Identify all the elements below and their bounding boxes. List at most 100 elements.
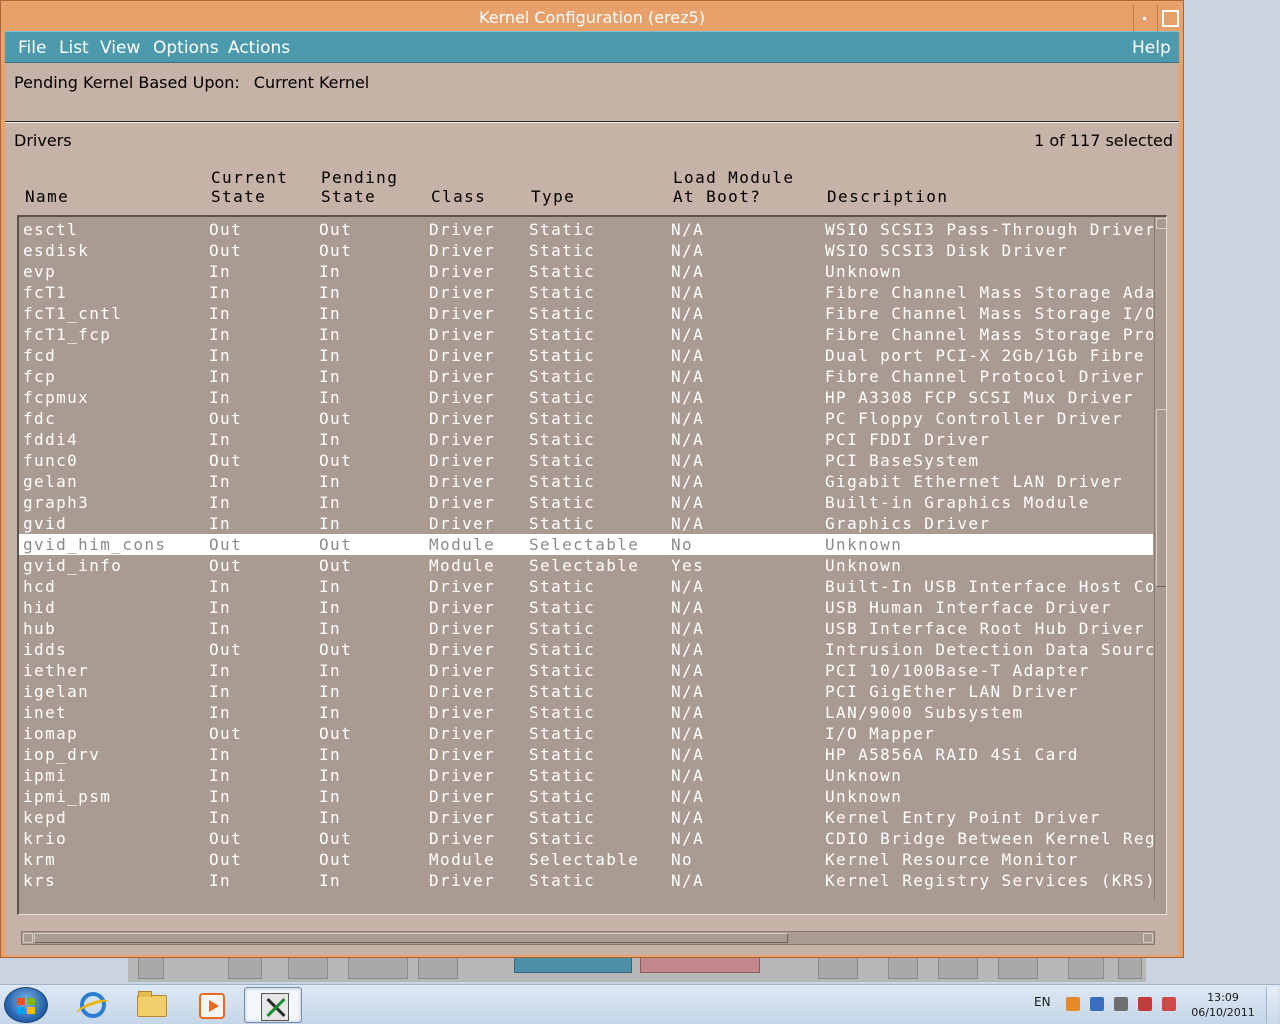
table-row[interactable]: krm Out Out Module Selectable No Kernel Resour… xyxy=(19,849,1153,870)
table-row[interactable]: igelan In In Driver Static N/A PCI GigEther LA… xyxy=(19,681,1153,702)
cell-name: gvid_him_cons xyxy=(23,535,167,554)
cell-pending-state: Out xyxy=(319,850,353,869)
cell-name: func0 xyxy=(23,451,79,470)
vertical-scrollbar[interactable] xyxy=(1154,217,1166,901)
show-desktop-button[interactable] xyxy=(1266,987,1278,1023)
table-row[interactable]: fcT1 In In Driver Static N/A Fibre Channel Mas… xyxy=(19,282,1153,303)
table-row[interactable]: fcT1_cntl In In Driver Static N/A Fibre Channe… xyxy=(19,303,1153,324)
table-row[interactable]: esctl Out Out Driver Static N/A WSIO SCSI3 Pas… xyxy=(19,219,1153,240)
table-row[interactable]: inet In In Driver Static N/A LAN/9000 Subsyste… xyxy=(19,702,1153,723)
maximize-button[interactable] xyxy=(1157,5,1179,31)
table-row[interactable]: kepd In In Driver Static N/A Kernel Entry Poin… xyxy=(19,807,1153,828)
table-row[interactable]: evp In In Driver Static N/A Unknown xyxy=(19,261,1153,282)
table-row[interactable]: iop_drv In In Driver Static N/A HP A5856A RAID… xyxy=(19,744,1153,765)
table-row[interactable]: idds Out Out Driver Static N/A Intrusion Detec… xyxy=(19,639,1153,660)
cell-load-at-boot: Yes xyxy=(671,556,705,575)
start-button-icon[interactable] xyxy=(4,987,48,1023)
cell-description: Kernel Registry Services (KRS) xyxy=(825,871,1153,890)
column-header-pending-state[interactable]: Pending State xyxy=(321,168,398,206)
minimize-button[interactable] xyxy=(1133,5,1155,31)
tray-volume-icon[interactable] xyxy=(1162,997,1176,1011)
column-header-description[interactable]: Description xyxy=(827,187,948,206)
menu-list[interactable]: List xyxy=(59,38,89,58)
column-header-name[interactable]: Name xyxy=(25,187,69,206)
table-row[interactable]: krs In In Driver Static N/A Kernel Registry Se… xyxy=(19,870,1153,891)
table-row[interactable]: fdc Out Out Driver Static N/A PC Floppy Contro… xyxy=(19,408,1153,429)
cell-name: igelan xyxy=(23,682,90,701)
table-row[interactable]: krio Out Out Driver Static N/A CDIO Bridge Bet… xyxy=(19,828,1153,849)
pending-kernel-value: Current Kernel xyxy=(253,73,370,92)
table-row[interactable]: fcT1_fcp In In Driver Static N/A Fibre Channel… xyxy=(19,324,1153,345)
cell-load-at-boot: N/A xyxy=(671,514,705,533)
tray-security-icon[interactable] xyxy=(1138,997,1152,1011)
cell-load-at-boot: N/A xyxy=(671,598,705,617)
taskbar-internet-explorer[interactable] xyxy=(62,987,120,1023)
vertical-scroll-thumb[interactable] xyxy=(1156,409,1166,587)
pending-kernel-info: Pending Kernel Based Upon: Current Kernel xyxy=(14,73,369,92)
system-clock[interactable]: 13:09 06/10/2011 xyxy=(1188,990,1258,1020)
cell-type: Static xyxy=(529,745,596,764)
cell-current-state: Out xyxy=(209,535,243,554)
table-row[interactable]: fcd In In Driver Static N/A Dual port PCI-X 2G… xyxy=(19,345,1153,366)
table-row[interactable]: gelan In In Driver Static N/A Gigabit Ethernet… xyxy=(19,471,1153,492)
table-row[interactable]: fcpmux In In Driver Static N/A HP A3308 FCP SC… xyxy=(19,387,1153,408)
taskbar-explorer[interactable] xyxy=(122,987,180,1023)
cell-class: Driver xyxy=(429,346,496,365)
column-header-current-state[interactable]: Current State xyxy=(211,168,288,206)
table-row[interactable]: hcd In In Driver Static N/A Built-In USB Inter… xyxy=(19,576,1153,597)
tray-network-icon[interactable] xyxy=(1090,997,1104,1011)
language-indicator[interactable]: EN xyxy=(1034,995,1051,1009)
tray-device-icon[interactable] xyxy=(1114,997,1128,1011)
cell-load-at-boot: N/A xyxy=(671,346,705,365)
column-header-class[interactable]: Class xyxy=(431,187,486,206)
cell-current-state: Out xyxy=(209,850,243,869)
menu-file[interactable]: File xyxy=(18,38,46,58)
table-row[interactable]: fddi4 In In Driver Static N/A PCI FDDI Driver xyxy=(19,429,1153,450)
scroll-right-arrow-icon[interactable] xyxy=(1143,933,1153,943)
cell-current-state: In xyxy=(209,682,232,701)
cell-description: Kernel Resource Monitor xyxy=(825,850,1079,869)
menu-help[interactable]: Help xyxy=(1132,38,1171,58)
column-header-load-at-boot[interactable]: Load Module At Boot? xyxy=(673,168,794,206)
table-row[interactable]: func0 Out Out Driver Static N/A PCI BaseSystem xyxy=(19,450,1153,471)
cell-type: Static xyxy=(529,241,596,260)
cell-description: PCI FDDI Driver xyxy=(825,430,991,449)
table-row[interactable]: fcp In In Driver Static N/A Fibre Channel Prot… xyxy=(19,366,1153,387)
horizontal-scroll-thumb[interactable] xyxy=(34,933,788,943)
menu-actions[interactable]: Actions xyxy=(228,38,290,58)
table-row[interactable]: gvid In In Driver Static N/A Graphics Driver xyxy=(19,513,1153,534)
drivers-list[interactable]: esctl Out Out Driver Static N/A WSIO SCSI3 Pas… xyxy=(17,215,1167,915)
table-row[interactable]: ipmi_psm In In Driver Static N/A Unknown xyxy=(19,786,1153,807)
menu-view[interactable]: View xyxy=(100,38,140,58)
tray-warning-icon[interactable] xyxy=(1066,997,1080,1011)
taskbar-x-server[interactable] xyxy=(244,987,302,1023)
table-row[interactable]: gvid_him_cons Out Out Module Selectable No Unk… xyxy=(19,534,1153,555)
table-row[interactable]: hub In In Driver Static N/A USB Interface Root… xyxy=(19,618,1153,639)
cell-description: Unknown xyxy=(825,535,903,554)
table-row[interactable]: gvid_info Out Out Module Selectable Yes Unknow… xyxy=(19,555,1153,576)
table-row[interactable]: ipmi In In Driver Static N/A Unknown xyxy=(19,765,1153,786)
taskbar-media-player[interactable] xyxy=(182,987,240,1023)
column-header-type[interactable]: Type xyxy=(531,187,575,206)
cell-description: Graphics Driver xyxy=(825,514,991,533)
cell-current-state: In xyxy=(209,283,232,302)
cell-type: Static xyxy=(529,766,596,785)
table-row[interactable]: iether In In Driver Static N/A PCI 10/100Base-… xyxy=(19,660,1153,681)
cell-type: Static xyxy=(529,808,596,827)
table-row[interactable]: esdisk Out Out Driver Static N/A WSIO SCSI3 Di… xyxy=(19,240,1153,261)
table-row[interactable]: iomap Out Out Driver Static N/A I/O Mapper xyxy=(19,723,1153,744)
cell-pending-state: In xyxy=(319,514,342,533)
menu-options[interactable]: Options xyxy=(153,38,219,58)
window-title[interactable]: Kernel Configuration (erez5) xyxy=(5,5,1179,31)
table-row[interactable]: hid In In Driver Static N/A USB Human Interfac… xyxy=(19,597,1153,618)
table-row[interactable]: graph3 In In Driver Static N/A Built-in Graphi… xyxy=(19,492,1153,513)
cell-description: HP A5856A RAID 4Si Card xyxy=(825,745,1079,764)
horizontal-scrollbar[interactable] xyxy=(21,931,1155,945)
scroll-left-arrow-icon[interactable] xyxy=(23,933,33,943)
scroll-up-arrow-icon[interactable] xyxy=(1156,218,1166,229)
cell-pending-state: Out xyxy=(319,241,353,260)
cell-pending-state: In xyxy=(319,787,342,806)
cell-current-state: Out xyxy=(209,556,243,575)
cell-pending-state: Out xyxy=(319,451,353,470)
cell-description: Fibre Channel Mass Storage I/O xyxy=(825,304,1153,323)
